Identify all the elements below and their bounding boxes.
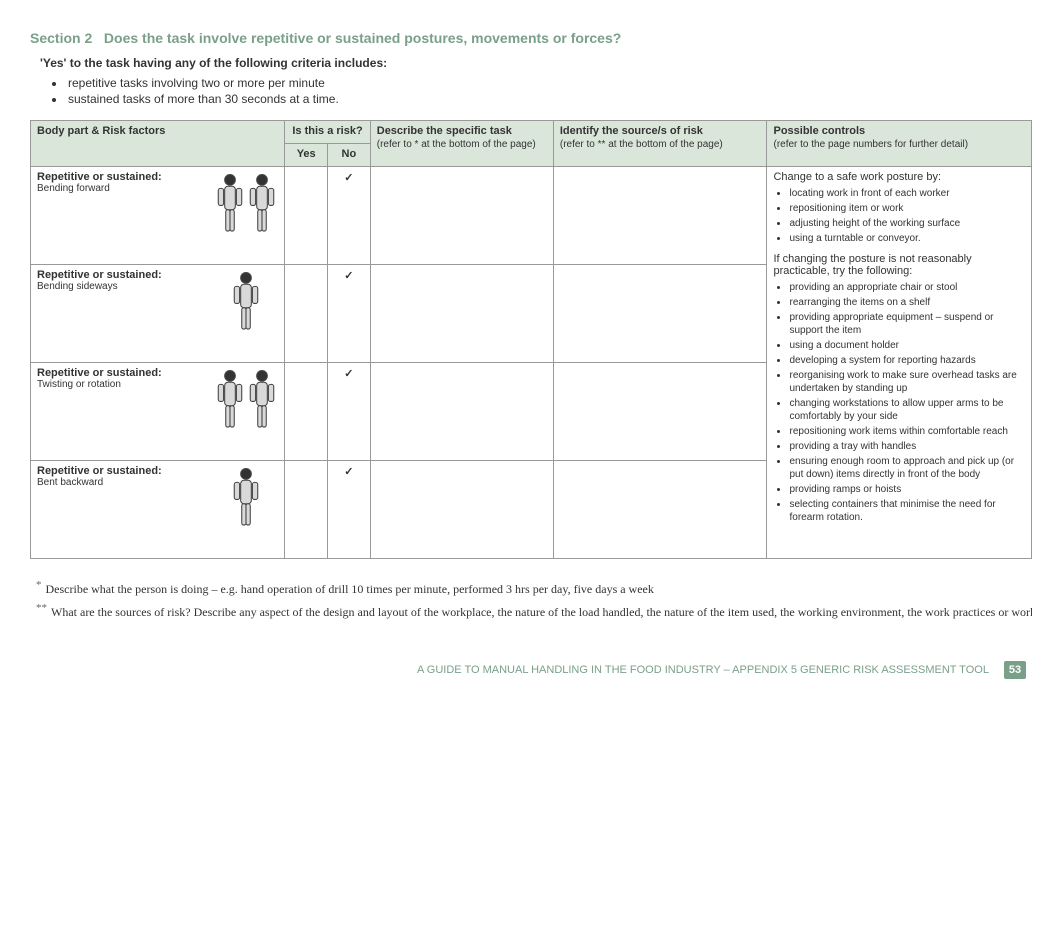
body-diagram-icon (214, 465, 278, 554)
list-item: providing an appropriate chair or stool (789, 281, 1025, 294)
factor-cell: Repetitive or sustained: Bending forward (31, 166, 285, 264)
th-task-main: Describe the specific task (377, 125, 512, 137)
list-item: selecting containers that minimise the n… (789, 498, 1025, 524)
list-item: rearranging the items on a shelf (789, 296, 1025, 309)
th-task: Describe the specific task (refer to * a… (370, 121, 553, 167)
footnote-mark: ** (36, 602, 47, 614)
list-item: providing ramps or hoists (789, 483, 1025, 496)
th-risk: Is this a risk? (285, 121, 370, 144)
criteria-item: sustained tasks of more than 30 seconds … (66, 92, 1032, 106)
criteria-item: repetitive tasks involving two or more p… (66, 76, 1032, 90)
list-item: locating work in front of each worker (789, 187, 1025, 200)
footnote-1: * Describe what the person is doing – e.g… (36, 577, 1032, 598)
factor-sub: Bending forward (37, 183, 208, 194)
th-no: No (328, 143, 371, 166)
checkmark-icon (344, 466, 353, 478)
list-item: providing appropriate equipment – suspen… (789, 311, 1025, 337)
list-item: changing workstations to allow upper arm… (789, 397, 1025, 423)
table-row: Repetitive or sustained: Bending forward (31, 166, 1032, 264)
task-cell (370, 264, 553, 362)
task-cell (370, 166, 553, 264)
body-diagram-icon (214, 367, 278, 456)
factor-label: Repetitive or sustained: (37, 465, 208, 477)
body-diagram-icon (214, 269, 278, 358)
controls-cell: Change to a safe work posture by: locati… (767, 166, 1032, 558)
footnotes: * Describe what the person is doing – e.g… (36, 577, 1032, 621)
factor-cell: Repetitive or sustained: Twisting or rot… (31, 362, 285, 460)
factor-cell: Repetitive or sustained: Bent backward (31, 460, 285, 558)
no-cell (328, 460, 371, 558)
list-item: adjusting height of the working surface (789, 217, 1025, 230)
footnote-text: Describe what the person is doing – e.g.… (46, 582, 654, 596)
no-cell (328, 264, 371, 362)
factor-cell: Repetitive or sustained: Bending sideway… (31, 264, 285, 362)
controls-list-2: providing an appropriate chair or stool … (789, 281, 1025, 524)
footnote-mark: * (36, 579, 42, 591)
source-cell (553, 460, 767, 558)
th-source: Identify the source/s of risk (refer to … (553, 121, 767, 167)
yes-cell (285, 460, 328, 558)
yes-cell (285, 166, 328, 264)
list-item: providing a tray with handles (789, 440, 1025, 453)
yes-cell (285, 264, 328, 362)
task-cell (370, 362, 553, 460)
factor-label: Repetitive or sustained: (37, 171, 208, 183)
task-cell (370, 460, 553, 558)
checkmark-icon (344, 270, 353, 282)
list-item: reorganising work to make sure overhead … (789, 369, 1025, 395)
section-number: Section 2 (30, 30, 92, 46)
intro-text: 'Yes' to the task having any of the foll… (40, 56, 1032, 70)
th-controls: Possible controls (refer to the page num… (767, 121, 1032, 167)
footnote-2: ** What are the sources of risk? Describe… (36, 600, 1032, 621)
body-diagram-icon (214, 171, 278, 260)
factor-label: Repetitive or sustained: (37, 367, 208, 379)
source-cell (553, 264, 767, 362)
checkmark-icon (344, 368, 353, 380)
th-task-sub: (refer to * at the bottom of the page) (377, 139, 547, 152)
list-item: developing a system for reporting hazard… (789, 354, 1025, 367)
th-source-main: Identify the source/s of risk (560, 125, 703, 137)
section-heading: Section 2 Does the task involve repetiti… (30, 30, 1032, 46)
footer-title: A GUIDE TO MANUAL HANDLING IN THE FOOD I… (417, 664, 989, 676)
source-cell (553, 166, 767, 264)
checkmark-icon (344, 172, 353, 184)
factor-label: Repetitive or sustained: (37, 269, 208, 281)
list-item: repositioning work items within comforta… (789, 425, 1025, 438)
yes-cell (285, 362, 328, 460)
controls-list-1: locating work in front of each worker re… (789, 187, 1025, 245)
factor-sub: Bending sideways (37, 281, 208, 292)
list-item: using a document holder (789, 339, 1025, 352)
no-cell (328, 166, 371, 264)
footnote-text: What are the sources of risk? Describe a… (51, 605, 1032, 619)
list-item: ensuring enough room to approach and pic… (789, 455, 1025, 481)
criteria-list: repetitive tasks involving two or more p… (66, 76, 1032, 106)
factor-sub: Twisting or rotation (37, 379, 208, 390)
source-cell (553, 362, 767, 460)
factor-sub: Bent backward (37, 477, 208, 488)
no-cell (328, 362, 371, 460)
section-title: Does the task involve repetitive or sust… (104, 30, 621, 46)
controls-intro-1: Change to a safe work posture by: (773, 171, 1025, 183)
th-controls-sub: (refer to the page numbers for further d… (773, 139, 1025, 152)
controls-intro-2: If changing the posture is not reasonabl… (773, 253, 1025, 277)
th-factor: Body part & Risk factors (31, 121, 285, 167)
th-controls-main: Possible controls (773, 125, 865, 137)
th-yes: Yes (285, 143, 328, 166)
list-item: repositioning item or work (789, 202, 1025, 215)
list-item: using a turntable or conveyor. (789, 232, 1025, 245)
page-footer: A GUIDE TO MANUAL HANDLING IN THE FOOD I… (30, 661, 1032, 679)
assessment-table: Body part & Risk factors Is this a risk?… (30, 120, 1032, 559)
th-source-sub: (refer to ** at the bottom of the page) (560, 139, 761, 152)
page-number: 53 (1004, 661, 1026, 679)
